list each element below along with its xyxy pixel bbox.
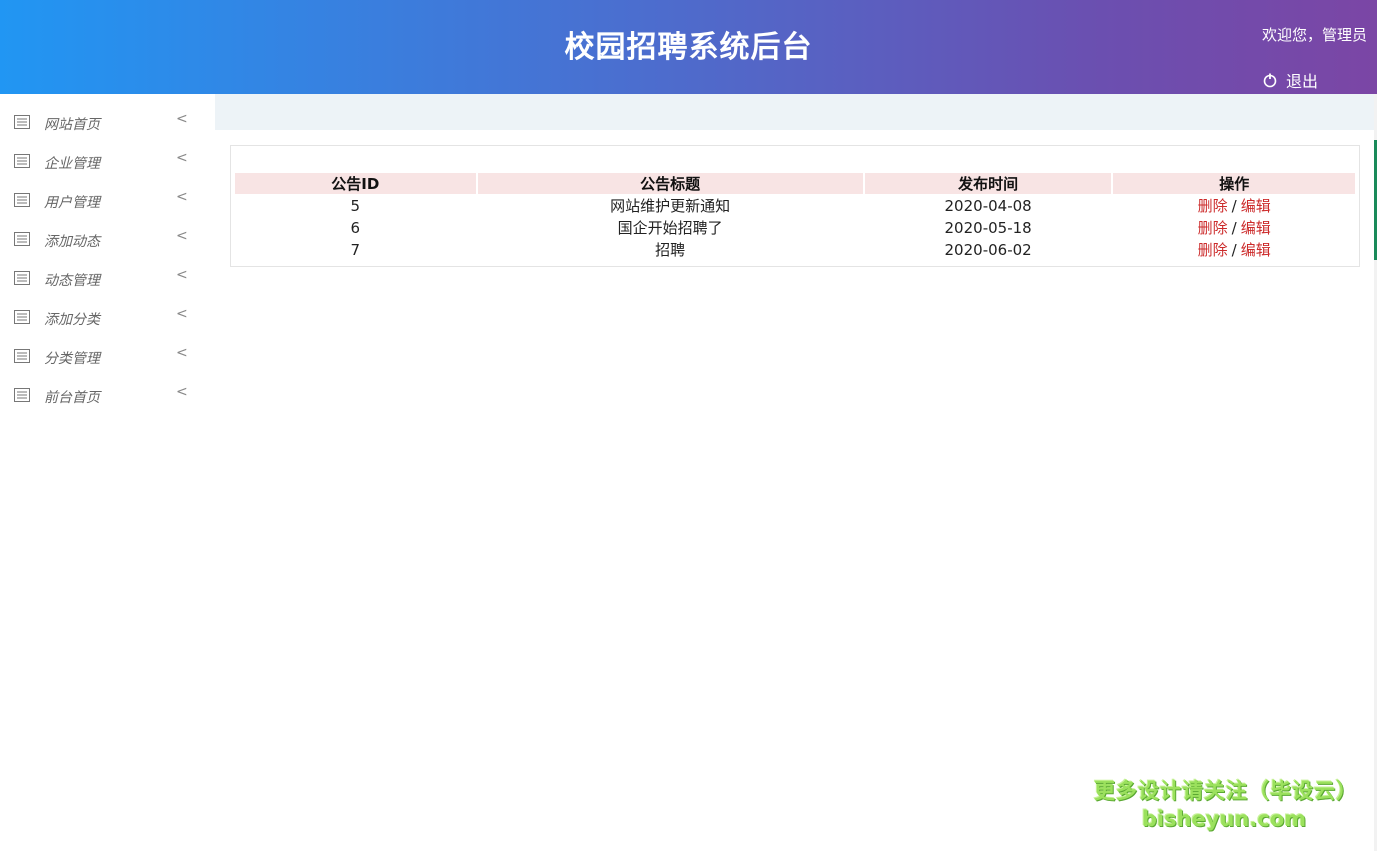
sidebar-item-label: 添加分类 [44,312,100,328]
cell-title: 国企开始招聘了 [617,219,723,237]
announcement-table: 公告ID 公告标题 发布时间 操作 5 网站维护更新通知 2020-04-08 … [233,172,1357,261]
header-bar: 校园招聘系统后台 欢迎您，管理员 退出 [0,0,1377,94]
cell-date: 2020-04-08 [944,196,1032,215]
logout-button[interactable]: 退出 [1262,68,1318,92]
cell-title: 招聘 [655,241,686,259]
list-icon [14,310,30,324]
list-icon [14,154,30,168]
announcement-panel: 公告ID 公告标题 发布时间 操作 5 网站维护更新通知 2020-04-08 … [230,145,1360,267]
chevron-left-icon: < [176,267,188,283]
logout-icon [1263,73,1277,88]
chevron-left-icon: < [176,189,188,205]
content-topbar [215,94,1374,130]
list-icon [14,232,30,246]
welcome-text: 欢迎您，管理员 [1262,26,1368,44]
list-icon [14,388,30,402]
sidebar-item-home[interactable]: 网站首页 < [0,94,215,133]
column-header-id: 公告ID [235,173,476,194]
cell-actions: 删除 / 编辑 [1113,217,1355,238]
list-icon [14,115,30,129]
sidebar-item-label: 企业管理 [44,156,100,172]
table-row: 7 招聘 2020-06-02 删除 / 编辑 [235,239,1355,260]
edit-link[interactable]: 编辑 [1241,219,1271,237]
table-header-row: 公告ID 公告标题 发布时间 操作 [235,173,1355,194]
cell-id: 6 [350,218,361,237]
delete-link[interactable]: 删除 [1198,241,1228,259]
sidebar-item-news-management[interactable]: 动态管理 < [0,250,215,289]
list-icon [14,193,30,207]
watermark-line-2: bisheyun.com [1141,807,1307,831]
chevron-left-icon: < [176,384,188,400]
chevron-left-icon: < [176,306,188,322]
sidebar-item-label: 用户管理 [44,195,100,211]
action-separator: / [1231,197,1237,215]
action-separator: / [1231,219,1237,237]
list-icon [14,349,30,363]
sidebar-item-label: 分类管理 [44,351,100,367]
edit-link[interactable]: 编辑 [1241,241,1271,259]
sidebar-item-users[interactable]: 用户管理 < [0,172,215,211]
column-header-actions: 操作 [1113,173,1355,194]
sidebar-item-label: 网站首页 [44,117,100,133]
column-header-title: 公告标题 [477,173,863,194]
column-header-date: 发布时间 [864,173,1112,194]
chevron-left-icon: < [176,150,188,166]
cell-date: 2020-05-18 [944,218,1032,237]
delete-link[interactable]: 删除 [1198,197,1228,215]
list-icon [14,271,30,285]
action-separator: / [1231,241,1237,259]
sidebar-item-category-management[interactable]: 分类管理 < [0,328,215,367]
watermark: 更多设计请关注（毕设云） bisheyun.com [1094,775,1358,831]
cell-actions: 删除 / 编辑 [1113,239,1355,260]
table-row: 5 网站维护更新通知 2020-04-08 删除 / 编辑 [235,195,1355,216]
cell-date: 2020-06-02 [944,240,1032,259]
sidebar-item-label: 添加动态 [44,234,100,250]
chevron-left-icon: < [176,345,188,361]
watermark-line-1: 更多设计请关注（毕设云） [1094,779,1358,803]
cell-actions: 删除 / 编辑 [1113,195,1355,216]
table-row: 6 国企开始招聘了 2020-05-18 删除 / 编辑 [235,217,1355,238]
edit-link[interactable]: 编辑 [1241,197,1271,215]
sidebar-item-label: 动态管理 [44,273,100,289]
sidebar-item-add-news[interactable]: 添加动态 < [0,211,215,250]
page-title: 校园招聘系统后台 [564,30,813,65]
logout-label: 退出 [1286,72,1319,91]
sidebar-item-companies[interactable]: 企业管理 < [0,133,215,172]
delete-link[interactable]: 删除 [1198,219,1228,237]
sidebar-item-add-category[interactable]: 添加分类 < [0,289,215,328]
sidebar-item-label: 前台首页 [44,390,100,406]
chevron-left-icon: < [176,228,188,244]
sidebar-item-frontend-home[interactable]: 前台首页 < [0,367,215,406]
cell-id: 5 [350,196,361,215]
sidebar: 网站首页 < 企业管理 < 用户管理 < 添加动态 < 动态管理 < 添加分类 … [0,94,215,851]
cell-title: 网站维护更新通知 [610,197,731,215]
chevron-left-icon: < [176,111,188,127]
cell-id: 7 [350,240,361,259]
